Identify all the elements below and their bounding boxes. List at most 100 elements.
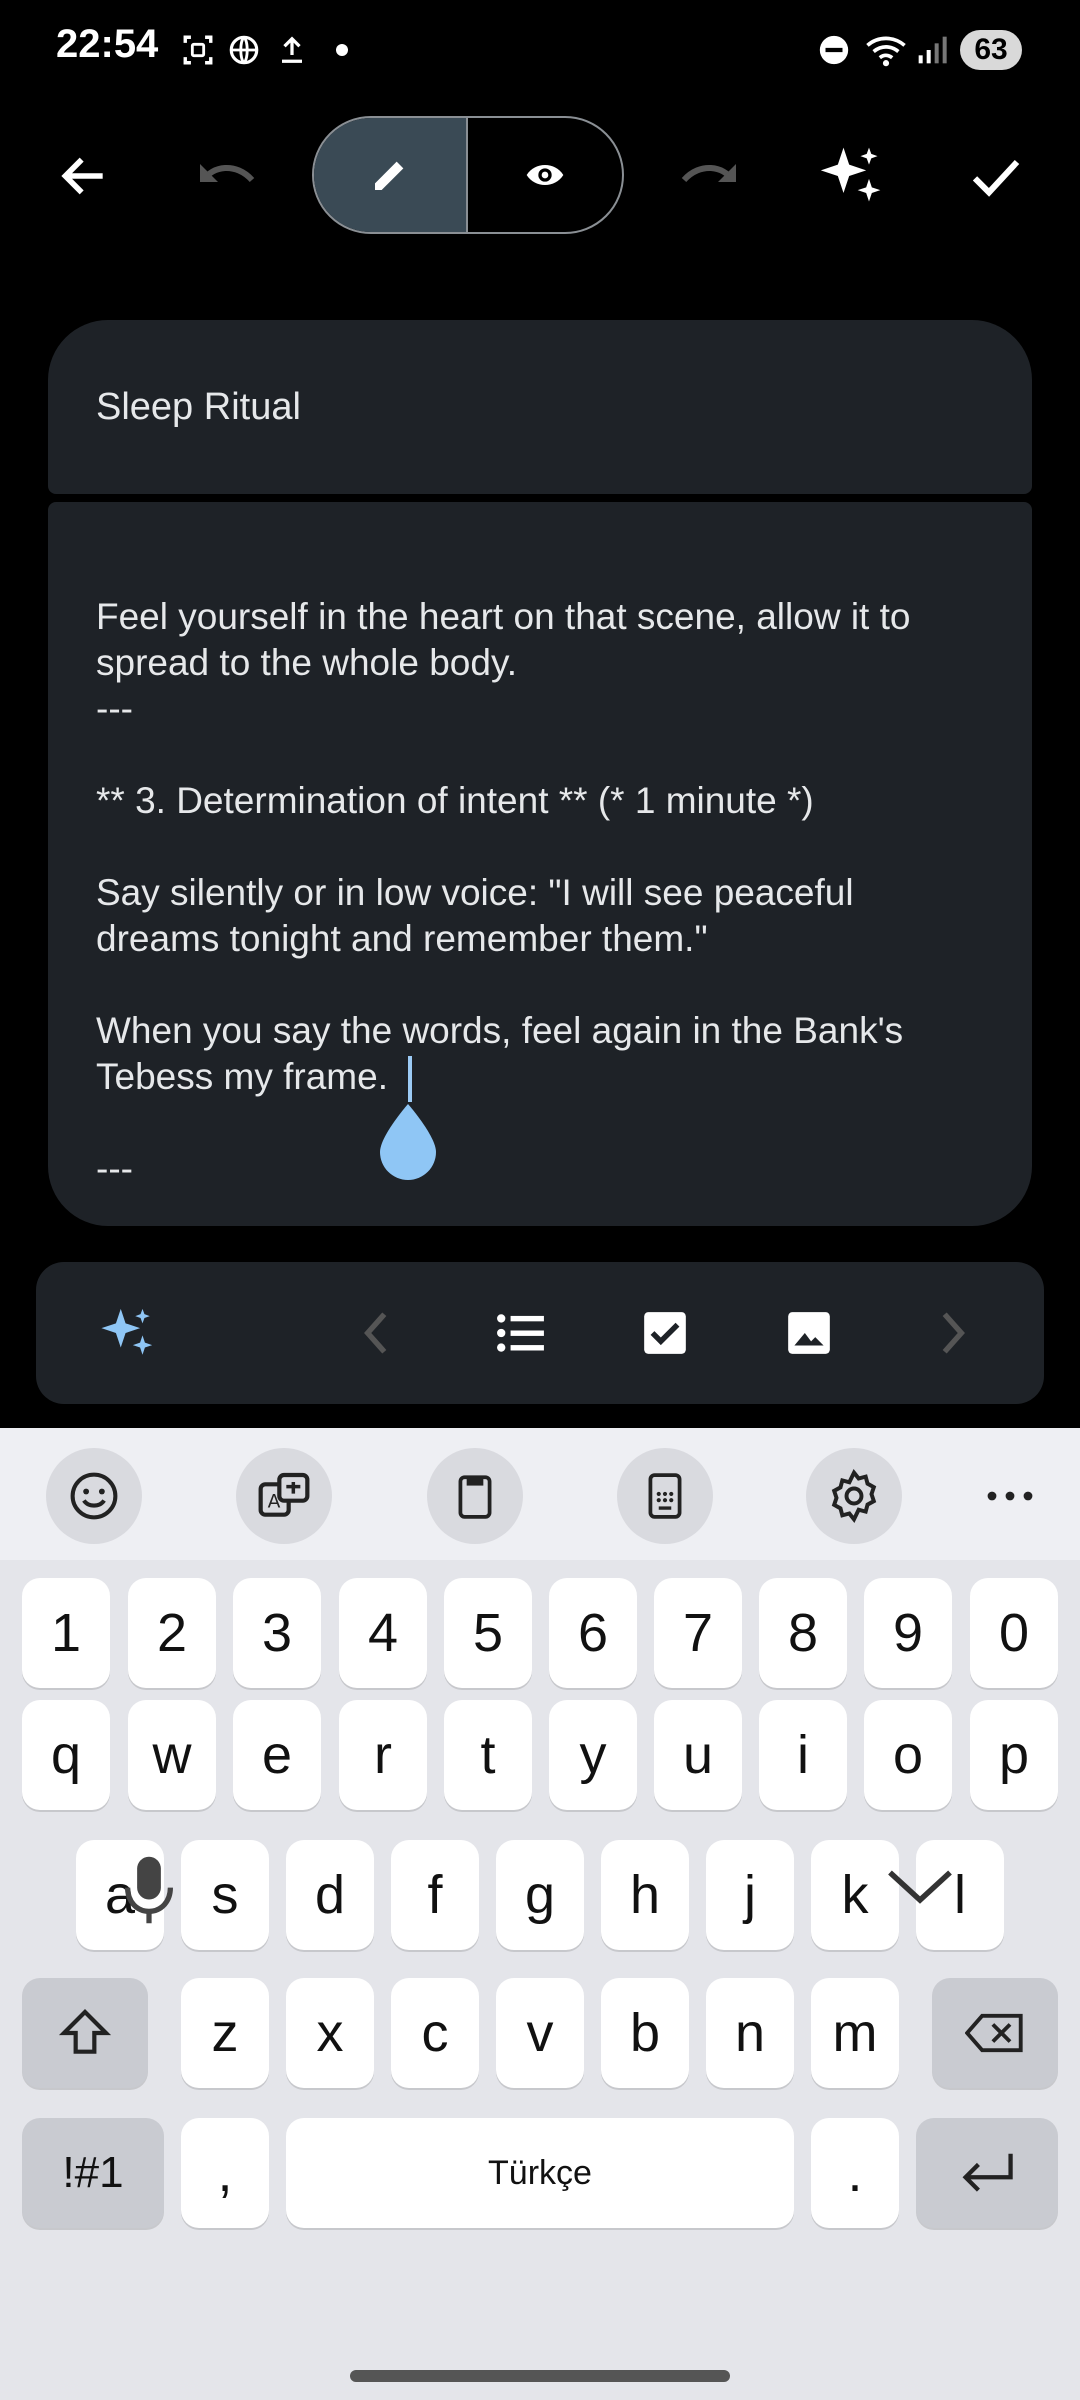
text-cursor [408, 1056, 412, 1102]
signal-icon [912, 28, 952, 72]
insert-image-button[interactable] [759, 1283, 859, 1383]
upload-icon [272, 28, 312, 72]
key-5[interactable]: 5 [444, 1578, 532, 1688]
note-title[interactable]: Sleep Ritual [96, 386, 301, 429]
backspace-key[interactable] [932, 1978, 1058, 2088]
voice-input-button[interactable] [120, 1852, 178, 1933]
enter-key[interactable] [916, 2118, 1058, 2228]
keyboard-settings-button[interactable] [806, 1448, 902, 1544]
key-8[interactable]: 8 [759, 1578, 847, 1688]
body-line: ** 3. Determination of intent ** (* 1 mi… [96, 780, 814, 821]
key-b[interactable]: b [601, 1978, 689, 2088]
key-w[interactable]: w [128, 1700, 216, 1810]
bulleted-list-button[interactable] [471, 1283, 571, 1383]
undo-button[interactable] [178, 126, 278, 226]
key-m[interactable]: m [811, 1978, 899, 2088]
key-q[interactable]: q [22, 1700, 110, 1810]
keyboard-toolbar: A [0, 1428, 1080, 1560]
edit-mode-button[interactable] [314, 118, 468, 232]
key-u[interactable]: u [654, 1700, 742, 1810]
period-key[interactable]: . [811, 2118, 899, 2228]
preview-mode-button[interactable] [468, 118, 622, 232]
cursor-handle[interactable] [376, 1100, 440, 1180]
key-9[interactable]: 9 [864, 1578, 952, 1688]
shift-key[interactable] [22, 1978, 148, 2088]
body-line: Say silently or in low voice: "I will se… [96, 872, 854, 913]
key-e[interactable]: e [233, 1700, 321, 1810]
key-c[interactable]: c [391, 1978, 479, 2088]
key-p[interactable]: p [970, 1700, 1058, 1810]
image-icon [788, 1312, 830, 1354]
globe-icon [224, 28, 264, 72]
key-2[interactable]: 2 [128, 1578, 216, 1688]
space-key[interactable]: Türkçe [286, 2118, 794, 2228]
redo-button[interactable] [658, 126, 758, 226]
body-line: When you say the words, feel again in th… [96, 1010, 904, 1051]
bulleted-list-icon [497, 1314, 544, 1352]
ai-format-button[interactable] [78, 1283, 178, 1383]
body-line: Tebess my frame. [96, 1056, 388, 1097]
comma-key[interactable]: , [181, 2118, 269, 2228]
more-icon [987, 1491, 1033, 1501]
key-z[interactable]: z [181, 1978, 269, 2088]
key-r[interactable]: r [339, 1700, 427, 1810]
keypad-button[interactable] [617, 1448, 713, 1544]
symbols-key[interactable]: !#1 [22, 2118, 164, 2228]
key-x[interactable]: x [286, 1978, 374, 2088]
note-title-card[interactable]: Sleep Ritual [48, 320, 1032, 494]
emoji-icon [70, 1472, 118, 1520]
body-line: dreams tonight and remember them." [96, 918, 708, 959]
key-v[interactable]: v [496, 1978, 584, 2088]
checkbox-button[interactable] [615, 1283, 715, 1383]
key-y[interactable]: y [549, 1700, 637, 1810]
key-i[interactable]: i [759, 1700, 847, 1810]
battery-indicator: 63 [960, 30, 1022, 70]
back-button[interactable] [34, 126, 134, 226]
key-j[interactable]: j [706, 1840, 794, 1950]
done-button[interactable] [946, 126, 1046, 226]
scroll-left-button[interactable] [326, 1283, 426, 1383]
pencil-icon [375, 161, 404, 190]
settings-icon [831, 1468, 877, 1524]
key-1[interactable]: 1 [22, 1578, 110, 1688]
chevron-left-icon [364, 1312, 387, 1354]
body-line: --- [96, 1148, 133, 1189]
checkbox-icon [644, 1312, 686, 1354]
sparkle-icon [101, 1308, 153, 1355]
clipboard-icon [458, 1475, 492, 1519]
mode-toggle[interactable] [312, 116, 624, 234]
key-7[interactable]: 7 [654, 1578, 742, 1688]
key-4[interactable]: 4 [339, 1578, 427, 1688]
emoji-button[interactable] [46, 1448, 142, 1544]
key-n[interactable]: n [706, 1978, 794, 2088]
check-icon [972, 159, 1020, 197]
dnd-icon [814, 28, 854, 72]
key-d[interactable]: d [286, 1840, 374, 1950]
wifi-icon [862, 28, 910, 72]
hide-keyboard-button[interactable] [880, 1860, 960, 1915]
key-h[interactable]: h [601, 1840, 689, 1950]
note-body-editor[interactable]: Feel yourself in the heart on that scene… [48, 502, 1032, 1226]
key-t[interactable]: t [444, 1700, 532, 1810]
more-button[interactable] [970, 1468, 1050, 1524]
scroll-right-button[interactable] [903, 1283, 1003, 1383]
body-line: spread to the whole body. [96, 642, 517, 683]
clipboard-button[interactable] [427, 1448, 523, 1544]
key-g[interactable]: g [496, 1840, 584, 1950]
key-6[interactable]: 6 [549, 1578, 637, 1688]
redo-icon [681, 164, 736, 183]
undo-icon [200, 164, 255, 183]
key-0[interactable]: 0 [970, 1578, 1058, 1688]
key-o[interactable]: o [864, 1700, 952, 1810]
eye-icon [526, 165, 564, 185]
translate-button[interactable]: A [236, 1448, 332, 1544]
ai-assist-button[interactable] [802, 126, 902, 226]
key-f[interactable]: f [391, 1840, 479, 1950]
navigation-handle[interactable] [350, 2370, 730, 2382]
key-3[interactable]: 3 [233, 1578, 321, 1688]
status-time: 22:54 [56, 22, 159, 66]
enter-icon [962, 2153, 1013, 2192]
format-toolbar [36, 1262, 1044, 1404]
translate-icon: A [258, 1472, 310, 1517]
key-s[interactable]: s [181, 1840, 269, 1950]
